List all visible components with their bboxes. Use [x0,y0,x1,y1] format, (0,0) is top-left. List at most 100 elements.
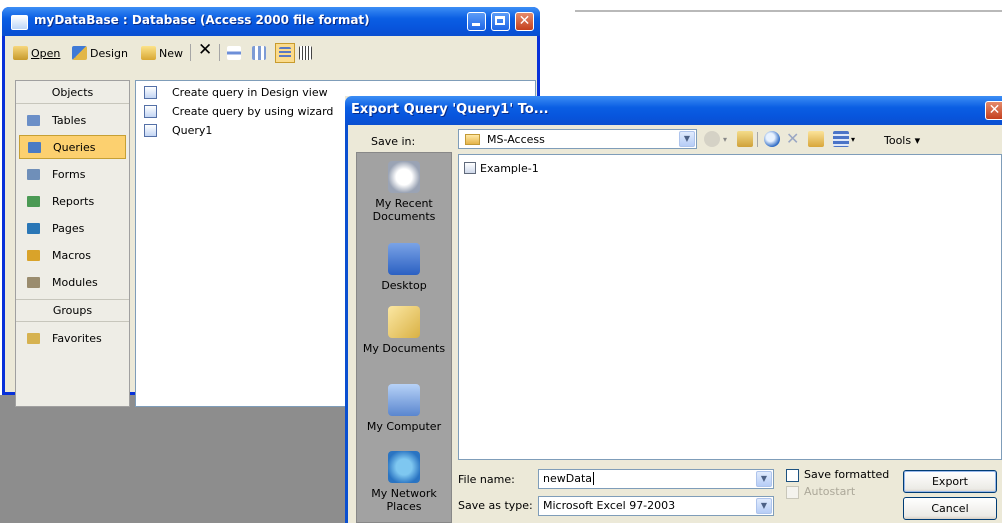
export-dialog-titlebar[interactable]: Export Query 'Query1' To... ✕ [345,96,1002,125]
database-window-title: myDataBase : Database (Access 2000 file … [34,13,370,27]
save-formatted-label[interactable]: Save formatted [804,468,889,481]
design-icon [72,46,87,60]
chevron-down-icon[interactable]: ▼ [756,498,772,514]
file-name-input[interactable]: newData ▼ [538,469,774,489]
delete-icon[interactable]: ✕ [786,129,799,148]
nav-item-queries[interactable]: Queries [19,135,126,159]
save-in-dropdown[interactable]: MS-Access ▼ [458,129,697,149]
search-web-icon[interactable] [764,131,780,147]
details-view-button[interactable] [299,45,312,61]
objects-header[interactable]: Objects [16,83,129,103]
my-documents-icon [388,306,420,338]
nav-item-label: Queries [53,140,96,154]
place-label: My Network [371,487,437,500]
list-item[interactable]: Create query by using wizard [144,102,333,120]
database-window-titlebar[interactable]: myDataBase : Database (Access 2000 file … [2,7,540,36]
open-icon [13,46,28,60]
list-item-label: Create query in Design view [172,85,328,99]
create-new-folder-icon[interactable] [808,131,824,147]
place-my-network-places[interactable]: My Network Places [357,451,451,513]
pages-icon [27,222,40,234]
nav-item-forms[interactable]: Forms [19,162,126,186]
file-name: Example-1 [480,161,539,175]
open-button[interactable]: Open [13,45,60,61]
list-item[interactable]: Query1 [144,121,212,139]
text-caret [593,472,595,485]
my-network-places-icon [388,451,420,483]
forms-icon [27,168,40,180]
place-my-recent-documents[interactable]: My Recent Documents [357,161,451,223]
nav-item-modules[interactable]: Modules [19,270,126,294]
list-item-label: Query1 [172,123,213,137]
new-label: New [159,46,183,60]
chevron-down-icon[interactable]: ▼ [679,131,695,147]
save-as-type-dropdown[interactable]: Microsoft Excel 97-2003 ▼ [538,496,774,516]
export-button[interactable]: Export [903,470,997,493]
new-button[interactable]: New [141,45,183,61]
save-as-type-label: Save as type: [458,499,533,512]
new-icon [141,46,156,60]
large-icons-button[interactable] [227,45,241,61]
tools-menu-button[interactable]: Tools ▾ [884,134,920,147]
maximize-icon [495,16,505,25]
back-dropdown-icon[interactable]: ▾ [723,135,727,144]
views-dropdown-icon[interactable]: ▾ [851,135,855,144]
list-view-button[interactable] [275,43,295,63]
objects-bar: Objects Tables Queries Forms Reports Pages Ma… [15,80,130,407]
access-file-icon [464,162,476,174]
nav-item-label: Macros [52,248,92,262]
close-icon: ✕ [988,102,1001,118]
nav-item-label: Reports [52,194,95,208]
list-item[interactable]: Create query in Design view [144,83,328,101]
places-bar: My Recent Documents Desktop My Documents My … [356,152,452,523]
chevron-down-icon[interactable]: ▼ [756,471,772,487]
file-item[interactable]: Example-1 [464,160,539,176]
dialog-frame [345,125,348,523]
place-label: My Recent [375,197,433,210]
small-icons-button[interactable] [252,45,266,61]
query-icon [144,104,157,118]
my-recent-documents-icon [388,161,420,193]
my-computer-icon [388,384,420,416]
tables-icon [27,114,40,126]
database-toolbar: Open Design New ✕ [5,36,537,68]
file-name-label: File name: [458,473,515,486]
folder-icon [465,133,480,145]
export-dialog: Export Query 'Query1' To... ✕ Save in: M… [345,96,1002,523]
save-formatted-checkbox[interactable] [786,469,799,482]
minimize-icon [472,23,480,26]
list-view-icon [279,47,291,59]
views-icon[interactable] [833,131,849,147]
nav-item-label: Pages [52,221,85,235]
place-label: Documents [372,210,436,223]
macros-icon [27,249,40,261]
autostart-checkbox [786,486,799,499]
place-desktop[interactable]: Desktop [357,243,451,292]
place-label: Desktop [381,279,427,292]
close-button[interactable]: ✕ [515,12,534,31]
design-button[interactable]: Design [72,45,128,61]
dialog-close-button[interactable]: ✕ [985,101,1002,120]
place-my-documents[interactable]: My Documents [357,306,451,355]
nav-item-pages[interactable]: Pages [19,216,126,240]
query-icon [144,85,157,99]
delete-button[interactable]: ✕ [198,40,212,60]
nav-item-reports[interactable]: Reports [19,189,126,213]
file-name-value: newData [543,472,593,485]
up-one-level-icon[interactable] [737,131,753,147]
cancel-button[interactable]: Cancel [903,497,997,520]
maximize-button[interactable] [491,12,510,31]
file-list: Example-1 [458,154,1002,460]
place-my-computer[interactable]: My Computer [357,384,451,433]
file-name-label-text: File name: [458,473,515,486]
large-icons-icon [227,46,241,60]
place-label: My Documents [362,342,446,355]
back-button[interactable] [704,131,720,147]
groups-header[interactable]: Groups [16,301,129,321]
nav-item-tables[interactable]: Tables [19,108,126,132]
nav-divider [16,321,129,322]
nav-group-favorites[interactable]: Favorites [19,326,126,350]
minimize-button[interactable] [467,12,486,31]
nav-divider [16,299,129,300]
nav-item-macros[interactable]: Macros [19,243,126,267]
